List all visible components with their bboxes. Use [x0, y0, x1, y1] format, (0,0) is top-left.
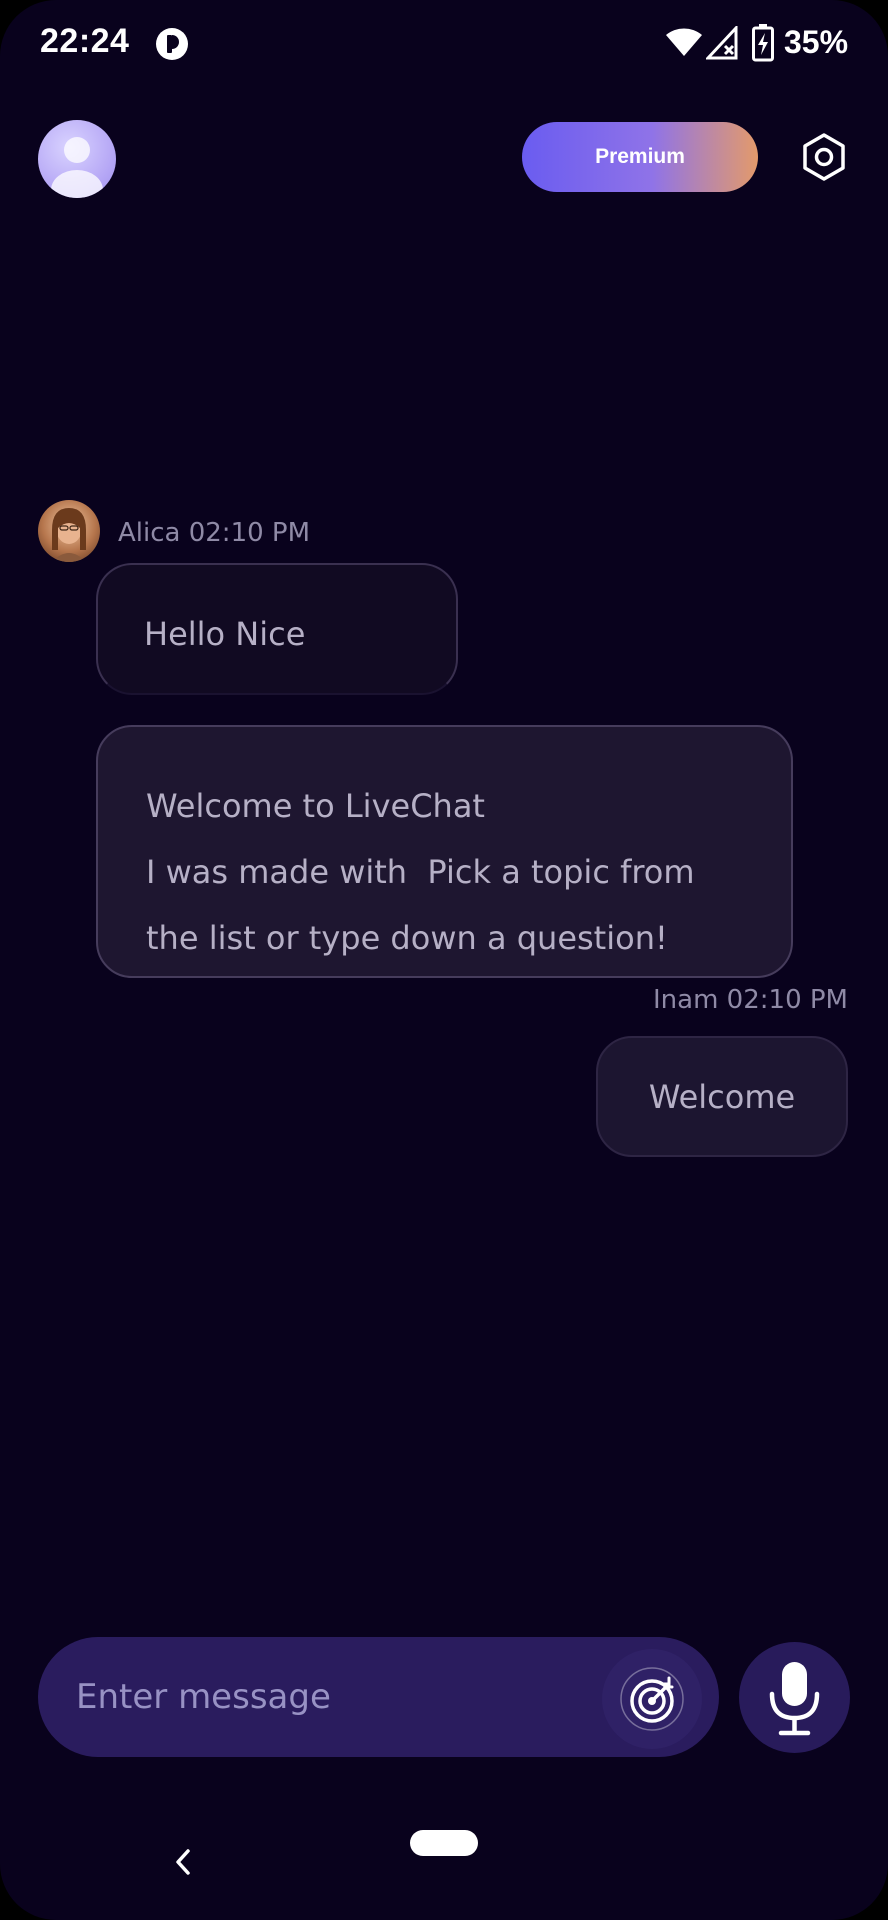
- signal-off-icon: [706, 26, 738, 60]
- user-icon: [51, 137, 103, 198]
- back-nav-icon[interactable]: [170, 1845, 194, 1879]
- contact-photo: [52, 508, 86, 562]
- home-nav-pill[interactable]: [410, 1830, 478, 1856]
- target-icon: [620, 1667, 684, 1731]
- battery-percentage: 35%: [784, 24, 849, 60]
- chat-screen: 22:24 35% Premium Alica 02:10 PM Hello N…: [0, 0, 888, 1920]
- topic-picker-button[interactable]: [602, 1649, 702, 1749]
- own-message-bubble: Welcome: [596, 1036, 848, 1157]
- alica-avatar: [38, 500, 100, 562]
- message-line: I was made with Pick a topic from: [146, 853, 695, 891]
- message-line: Welcome to LiveChat: [146, 787, 485, 825]
- settings-icon[interactable]: [800, 132, 848, 182]
- battery-charging-icon: [752, 24, 774, 62]
- message-composer: [38, 1637, 719, 1757]
- app-notification-icon: [156, 28, 188, 60]
- profile-avatar-button[interactable]: [38, 120, 116, 198]
- message-bubble: Hello Nice: [96, 563, 458, 695]
- status-time: 22:24: [40, 22, 130, 60]
- message-bubble: Welcome to LiveChat I was made with Pick…: [96, 725, 793, 978]
- premium-button[interactable]: Premium: [522, 122, 758, 192]
- message-sender-time: Inam 02:10 PM: [653, 985, 848, 1015]
- message-sender-time: Alica 02:10 PM: [118, 518, 311, 548]
- microphone-icon: [769, 1662, 820, 1736]
- message-line: the list or type down a question!: [146, 919, 668, 957]
- voice-input-button[interactable]: [739, 1642, 850, 1753]
- wifi-icon: [666, 28, 702, 56]
- message-input[interactable]: [76, 1667, 596, 1727]
